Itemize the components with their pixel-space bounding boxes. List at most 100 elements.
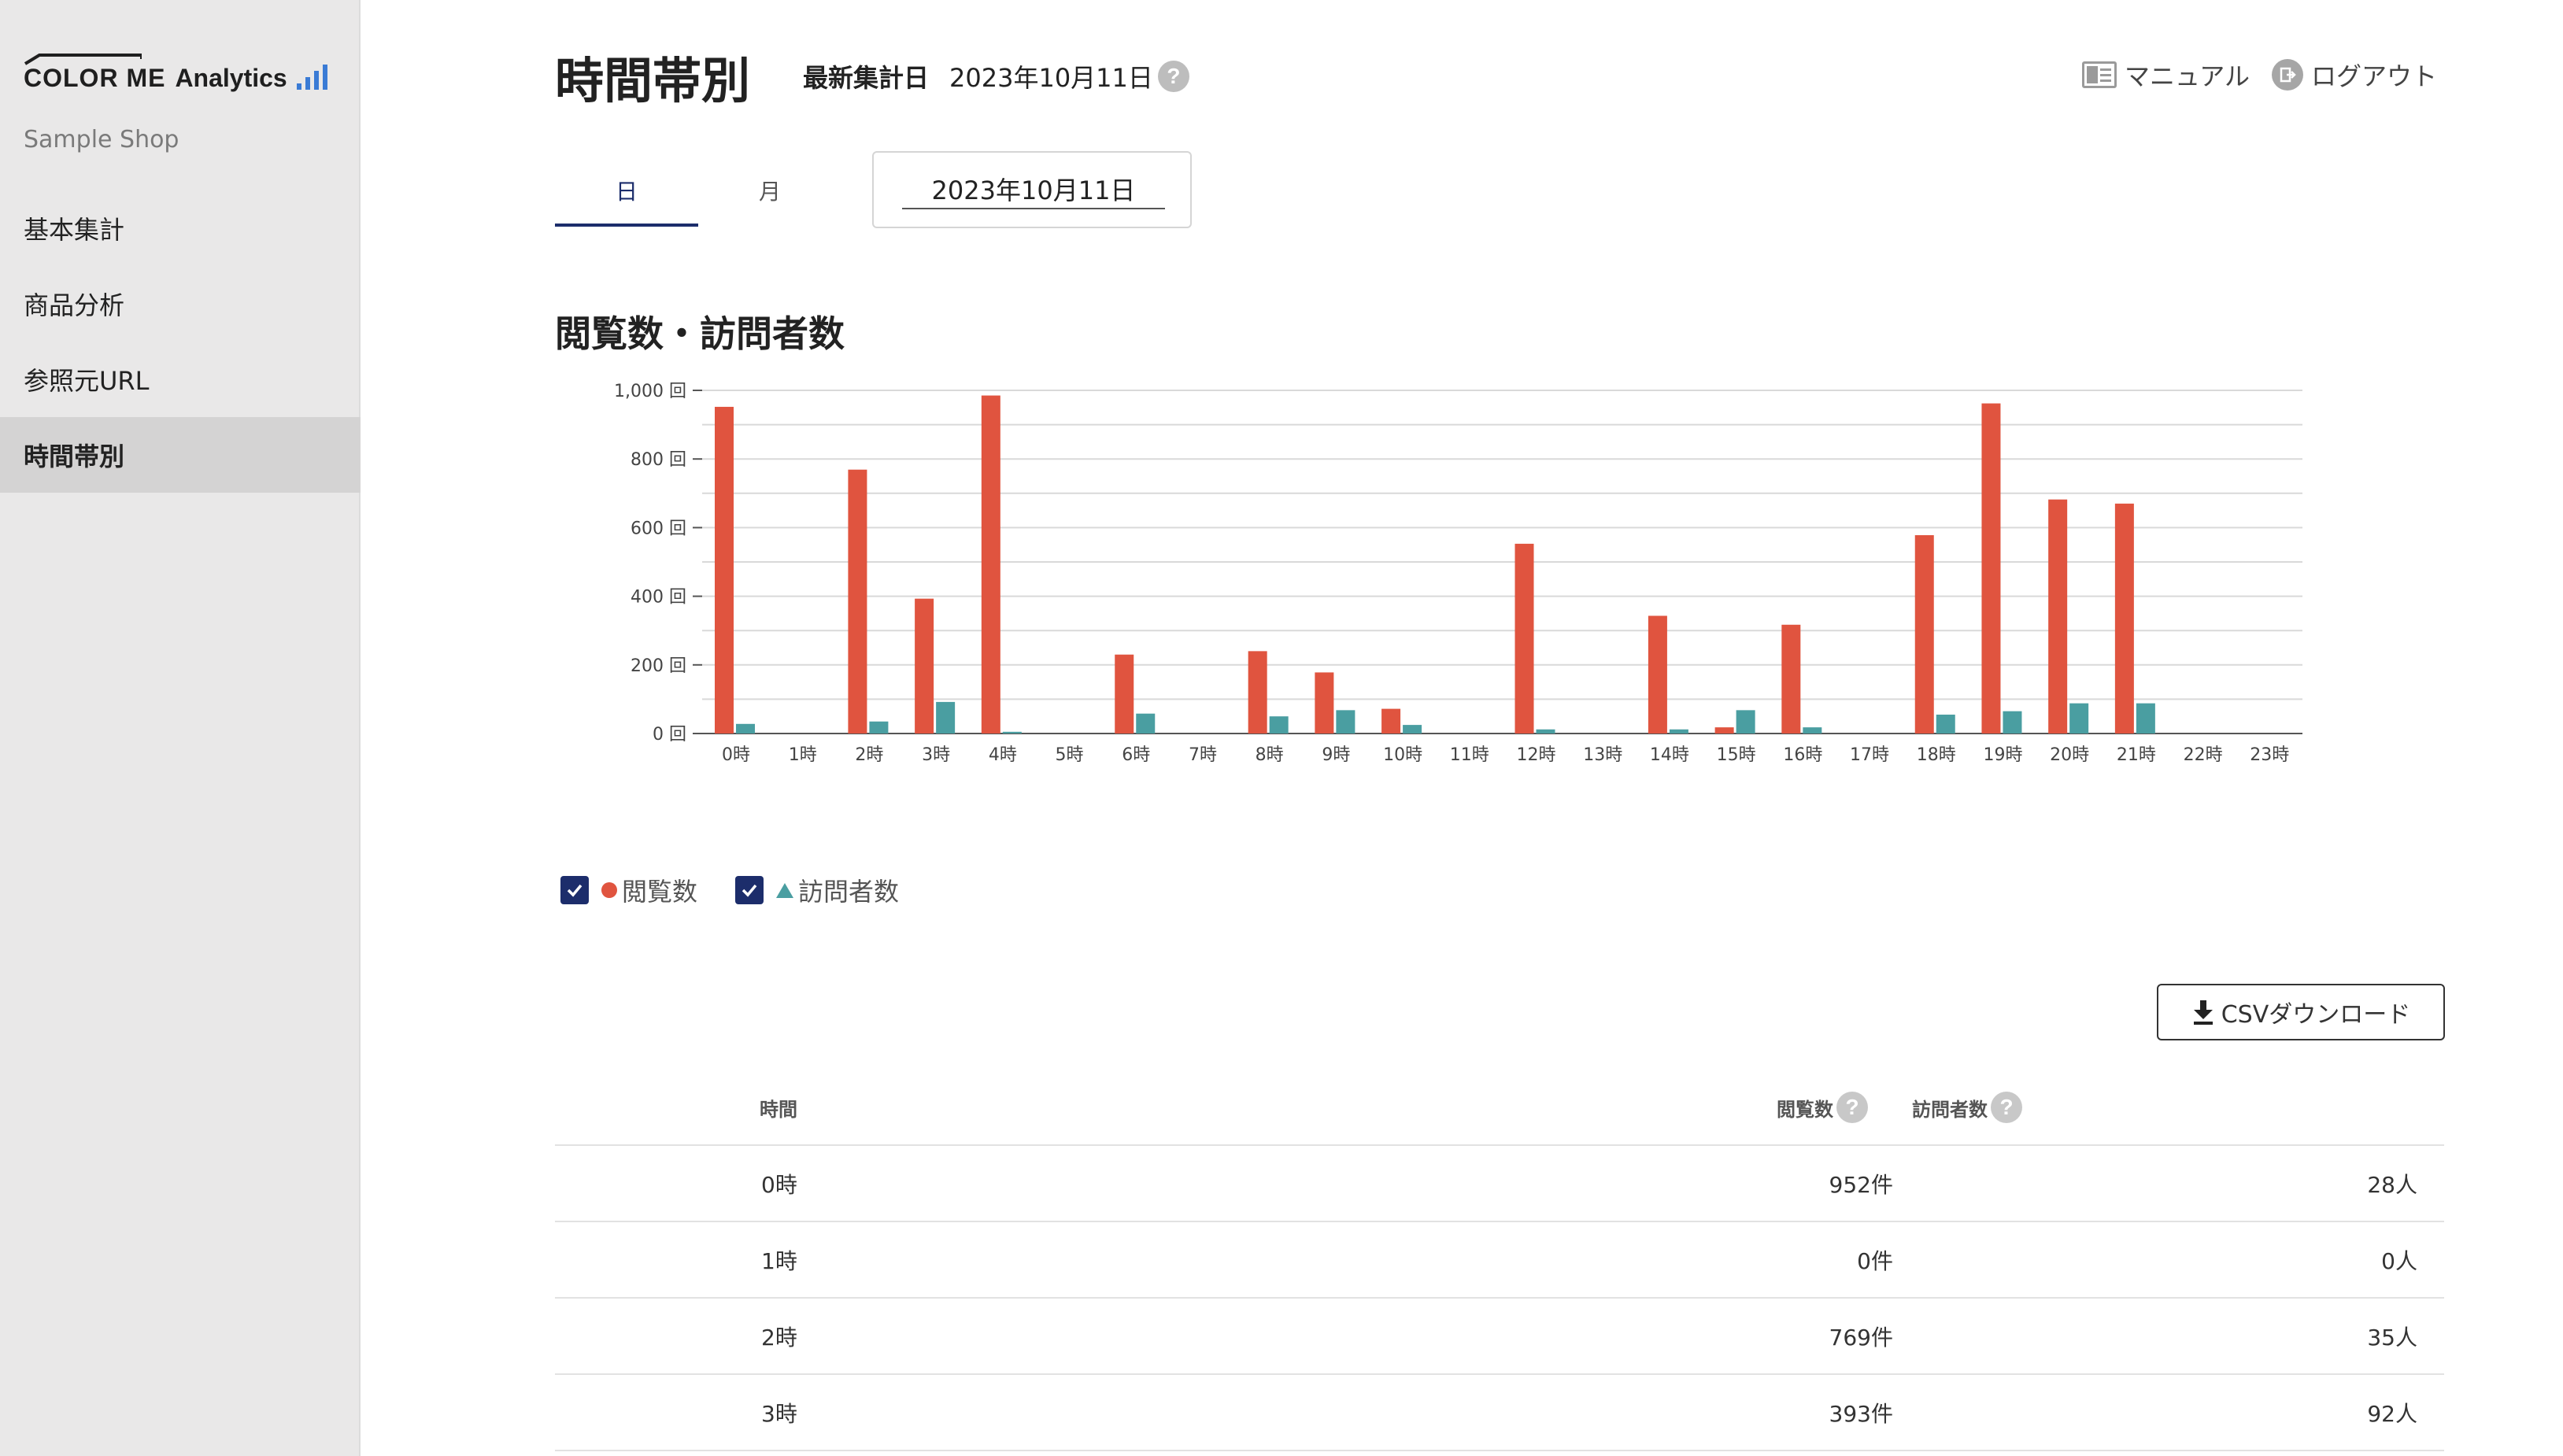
y-tick-label: 400 回: [631, 588, 686, 608]
bar-visitors: [869, 721, 889, 734]
cell-visitors: 35人: [2367, 1324, 2417, 1351]
column-header-views-label: 閲覧数: [1777, 1098, 1833, 1121]
page-title: 時間帯別: [555, 52, 751, 109]
download-icon: [2193, 1000, 2213, 1025]
cell-views: 393件: [1829, 1400, 1893, 1427]
bar-visitors: [1336, 710, 1355, 734]
sidebar-item-referrer[interactable]: 参照元URL: [0, 342, 361, 417]
logout-link[interactable]: ログアウト: [2271, 57, 2437, 93]
manual-book-icon: [2081, 61, 2117, 88]
column-header-views: 閲覧数 ?: [1027, 1092, 1868, 1123]
logo-text-analytics: Analytics: [175, 64, 287, 92]
bar-views: [715, 406, 734, 734]
x-tick-label: 23時: [2250, 745, 2289, 765]
bar-visitors: [1536, 729, 1555, 734]
shop-name: Sample Shop: [24, 126, 179, 153]
logo-roof-icon: [24, 54, 142, 65]
x-tick-label: 22時: [2184, 745, 2223, 765]
views-visitors-chart: 0 回 200 回 400 回 600 回 800 回 1,000 回 0時 1時 2時 3時 4時…: [614, 382, 2302, 765]
x-tick-label: 11時: [1450, 745, 1489, 765]
help-icon[interactable]: ?: [1157, 61, 1189, 92]
latest-date-info: 最新集計日 2023年10月11日 ?: [803, 58, 1189, 94]
table-row: 3時 393件 92人: [555, 1375, 2444, 1451]
bar-visitors: [1803, 727, 1822, 734]
cell-time: 3時: [761, 1400, 797, 1427]
bar-visitors: [936, 701, 956, 734]
legend-text-visitors: 訪問者数: [798, 877, 900, 907]
date-input[interactable]: [902, 170, 1165, 209]
bar-visitors: [1936, 715, 1955, 734]
hourly-table: 時間 閲覧数 ? 訪問者数 ? 0時 952件 28人 1時 0件 0人 2時 …: [555, 1070, 2444, 1451]
chart-section-title: 閲覧数・訪問者数: [555, 312, 845, 355]
bar-views: [1315, 672, 1334, 734]
x-tick-label: 12時: [1517, 745, 1556, 765]
bar-visitors: [736, 723, 755, 734]
views-checkbox[interactable]: [560, 876, 589, 904]
bar-views: [1981, 403, 2001, 734]
legend-text-views: 閲覧数: [622, 877, 698, 907]
sidebar-item-basic[interactable]: 基本集計: [0, 190, 361, 266]
date-picker: [872, 151, 1192, 228]
bar-views: [1115, 654, 1134, 734]
cell-visitors: 92人: [2367, 1400, 2417, 1427]
column-header-visitors-label: 訪問者数: [1912, 1098, 1988, 1121]
bar-visitors: [2136, 703, 2155, 734]
help-icon[interactable]: ?: [1836, 1092, 1868, 1123]
sidebar-item-products[interactable]: 商品分析: [0, 266, 361, 342]
cell-visitors: 28人: [2367, 1171, 2417, 1198]
column-header-time: 時間: [760, 1098, 797, 1121]
latest-date-label: 最新集計日: [803, 63, 930, 93]
sidebar-item-label: 商品分析: [24, 290, 125, 320]
cell-time: 2時: [761, 1324, 797, 1351]
legend-item-views[interactable]: 閲覧数: [560, 872, 697, 908]
bar-views: [1514, 543, 1534, 734]
bar-visitors: [1136, 713, 1156, 734]
x-tick-label: 20時: [2050, 745, 2089, 765]
check-icon: [742, 884, 757, 897]
visitors-checkbox[interactable]: [735, 876, 764, 904]
x-tick-label: 5時: [1056, 745, 1084, 765]
legend-item-visitors[interactable]: 訪問者数: [735, 872, 899, 908]
cell-views: 769件: [1829, 1324, 1893, 1351]
sidebar-item-label: 参照元URL: [24, 366, 150, 396]
tab-day[interactable]: 日: [555, 154, 698, 227]
csv-download-button[interactable]: CSVダウンロード: [2157, 984, 2445, 1040]
table-row: 2時 769件 35人: [555, 1299, 2444, 1375]
legend-label-views: 閲覧数: [601, 872, 697, 908]
triangle-marker-icon: [776, 882, 794, 898]
logout-icon: [2271, 59, 2303, 91]
tab-month[interactable]: 月: [698, 154, 841, 227]
sidebar: COLOR ME Analytics Sample Shop 基本集計 商品分析…: [0, 0, 361, 1456]
x-tick-label: 10時: [1383, 745, 1422, 765]
manual-link[interactable]: マニュアル: [2081, 57, 2250, 93]
sidebar-item-label: 時間帯別: [24, 442, 125, 471]
x-tick-label: 8時: [1256, 745, 1284, 765]
y-tick-label: 1,000 回: [614, 382, 686, 401]
header-links: マニュアル ログアウト: [2081, 57, 2437, 93]
bar-views: [915, 598, 934, 734]
table-row: 1時 0件 0人: [555, 1222, 2444, 1299]
x-tick-label: 6時: [1122, 745, 1150, 765]
y-tick-label: 0 回: [653, 725, 686, 745]
legend-label-visitors: 訪問者数: [776, 872, 899, 908]
bar-visitors: [2003, 711, 2022, 734]
bar-chart-icon: [296, 65, 327, 93]
app-logo[interactable]: COLOR ME Analytics: [24, 46, 327, 93]
bar-views: [981, 395, 1000, 734]
x-tick-label: 3時: [922, 745, 950, 765]
x-tick-label: 18時: [1917, 745, 1956, 765]
bar-visitors: [1002, 731, 1022, 734]
latest-date-value: 2023年10月11日: [949, 63, 1153, 93]
bar-views: [2114, 503, 2134, 734]
x-tick-label: 0時: [722, 745, 750, 765]
help-icon[interactable]: ?: [1991, 1092, 2022, 1123]
x-tick-label: 9時: [1322, 745, 1350, 765]
y-tick-label: 800 回: [631, 450, 686, 470]
chart-legend: 閲覧数 訪問者数: [560, 872, 937, 908]
sidebar-item-hourly[interactable]: 時間帯別: [0, 417, 361, 493]
table-header: 時間 閲覧数 ? 訪問者数 ?: [555, 1070, 2444, 1146]
y-tick-label: 200 回: [631, 656, 686, 676]
x-tick-label: 16時: [1783, 745, 1822, 765]
sidebar-nav: 基本集計 商品分析 参照元URL 時間帯別: [0, 190, 361, 493]
logo-text-colorme: COLOR ME: [24, 64, 166, 92]
